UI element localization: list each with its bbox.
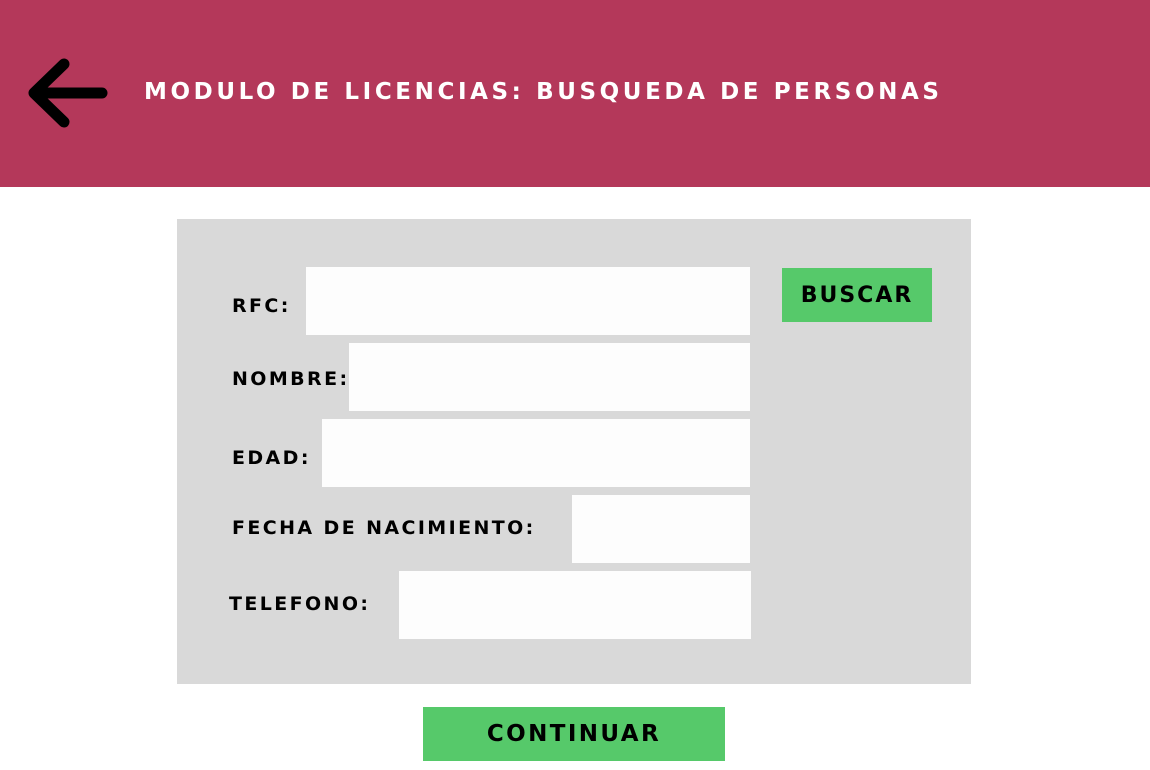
arrow-left-icon [28, 58, 108, 128]
header-bar: MODULO DE LICENCIAS: BUSQUEDA DE PERSONA… [0, 0, 1150, 187]
nombre-label: NOMBRE: [232, 368, 350, 390]
fecha-nacimiento-input[interactable] [572, 495, 750, 563]
rfc-input[interactable] [306, 267, 750, 335]
buscar-button[interactable]: BUSCAR [782, 268, 932, 322]
telefono-label: TELEFONO: [229, 593, 371, 615]
back-button[interactable] [22, 54, 114, 132]
rfc-label: RFC: [232, 295, 291, 317]
telefono-input[interactable] [399, 571, 751, 639]
fecha-nacimiento-label: FECHA DE NACIMIENTO: [232, 517, 536, 539]
edad-input[interactable] [322, 419, 750, 487]
nombre-input[interactable] [349, 343, 750, 411]
edad-label: EDAD: [232, 447, 311, 469]
continuar-button[interactable]: CONTINUAR [423, 707, 725, 761]
page-title: MODULO DE LICENCIAS: BUSQUEDA DE PERSONA… [144, 79, 943, 105]
